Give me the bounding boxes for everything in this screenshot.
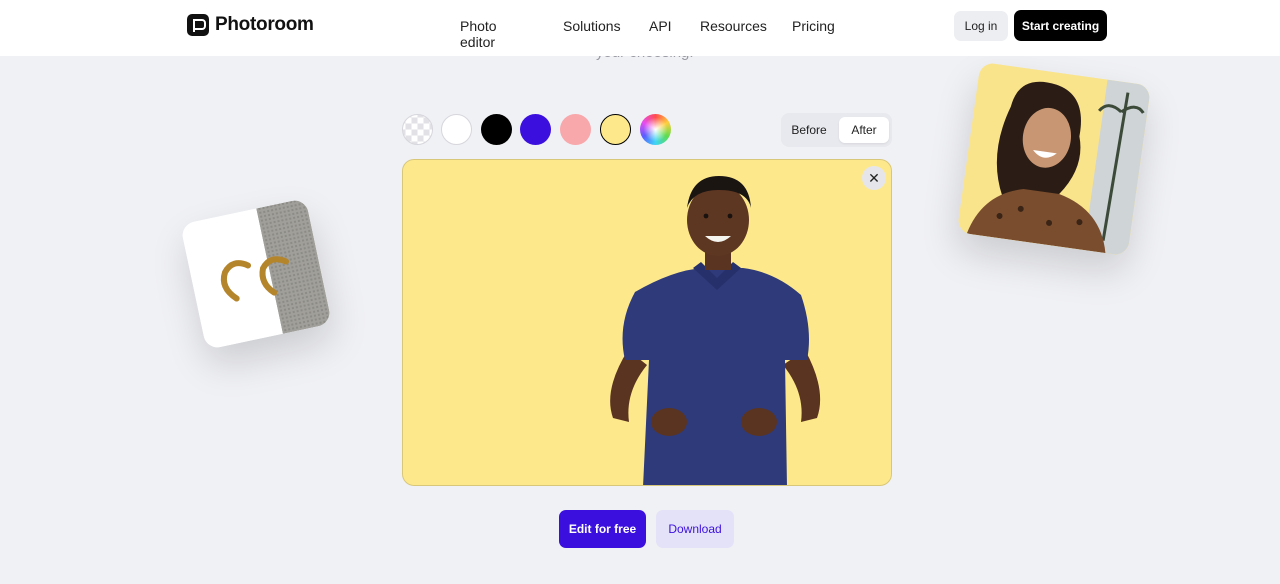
editor-canvas: ✕ xyxy=(402,159,892,486)
before-after-toggle: Before After xyxy=(781,113,892,147)
swatch-transparent[interactable] xyxy=(402,114,433,145)
top-navbar: Photoroom Photo editor Solutions API Res… xyxy=(0,0,1280,56)
swatch-yellow-selected[interactable] xyxy=(600,114,631,145)
portrait-image xyxy=(956,61,1152,257)
login-button[interactable]: Log in xyxy=(954,11,1008,41)
swatch-custom-color[interactable] xyxy=(640,114,671,145)
close-icon[interactable]: ✕ xyxy=(862,166,886,190)
swatch-black[interactable] xyxy=(481,114,512,145)
swatch-pink[interactable] xyxy=(560,114,591,145)
nav-api[interactable]: API xyxy=(649,18,672,34)
sample-card-earrings[interactable] xyxy=(180,198,332,350)
nav-photo-editor[interactable]: Photo editor xyxy=(460,18,497,50)
download-button[interactable]: Download xyxy=(656,510,734,548)
photoroom-logo-icon xyxy=(187,14,209,36)
before-tab[interactable]: Before xyxy=(785,117,833,143)
sample-card-portrait[interactable] xyxy=(956,61,1152,257)
nav-solutions[interactable]: Solutions xyxy=(563,18,621,34)
earrings-image xyxy=(180,198,332,350)
after-tab[interactable]: After xyxy=(839,117,889,143)
brand-logo[interactable]: Photoroom xyxy=(187,14,314,36)
swatch-white[interactable] xyxy=(441,114,472,145)
brand-name: Photoroom xyxy=(215,14,314,35)
edit-for-free-button[interactable]: Edit for free xyxy=(559,510,646,548)
nav-pricing[interactable]: Pricing xyxy=(792,18,835,34)
swatch-violet[interactable] xyxy=(520,114,551,145)
subject-photo xyxy=(610,176,821,485)
start-creating-button[interactable]: Start creating xyxy=(1014,10,1107,41)
nav-resources[interactable]: Resources xyxy=(700,18,767,34)
